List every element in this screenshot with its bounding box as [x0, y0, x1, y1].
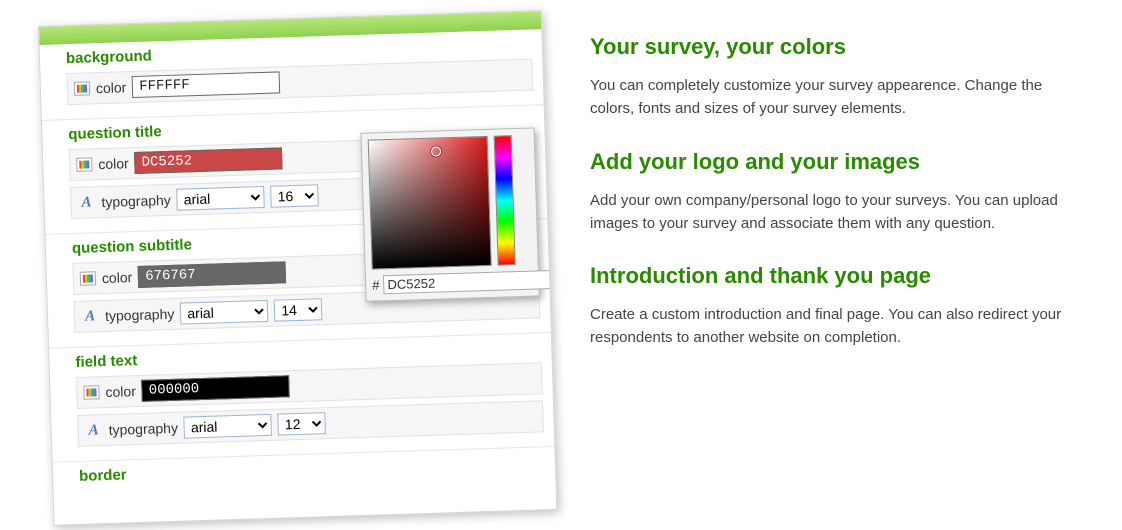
color-swatch-input[interactable]: FFFFFF: [132, 71, 281, 98]
typography-icon: A: [84, 423, 102, 438]
color-cursor[interactable]: [431, 146, 441, 156]
color-picker-icon[interactable]: [76, 157, 92, 171]
color-picker-icon[interactable]: [74, 81, 90, 95]
color-label: color: [96, 79, 127, 96]
color-label: color: [102, 269, 133, 286]
typography-label: typography: [101, 192, 171, 210]
heading-logo: Add your logo and your images: [590, 149, 1086, 175]
color-swatch-input[interactable]: DC5252: [134, 147, 283, 174]
screenshot-panel: background color FFFFFF question title c…: [0, 0, 560, 530]
color-swatch-input[interactable]: 000000: [141, 375, 290, 402]
hex-input[interactable]: [383, 269, 557, 294]
typography-icon: A: [77, 195, 95, 210]
color-picker-popover: # OK: [360, 127, 539, 301]
typography-row: A typography arial 12: [77, 400, 544, 447]
color-row: color FFFFFF: [66, 58, 533, 105]
color-picker-icon[interactable]: [80, 271, 96, 285]
hash-label: #: [372, 277, 380, 292]
section-field-text: field text color 000000 A typography ari…: [49, 333, 554, 463]
typography-label: typography: [108, 420, 178, 438]
paragraph-pages: Create a custom introduction and final p…: [590, 303, 1086, 350]
style-editor: background color FFFFFF question title c…: [38, 10, 557, 526]
hue-slider[interactable]: [494, 135, 516, 266]
heading-pages: Introduction and thank you page: [590, 263, 1086, 289]
marketing-copy: Your survey, your colors You can complet…: [560, 0, 1122, 530]
color-picker-icon[interactable]: [83, 385, 99, 399]
paragraph-colors: You can completely customize your survey…: [590, 74, 1086, 121]
font-select[interactable]: arial: [184, 414, 273, 439]
font-size-select[interactable]: 16: [270, 184, 319, 207]
font-select[interactable]: arial: [176, 186, 265, 211]
color-label: color: [105, 383, 136, 400]
font-size-select[interactable]: 12: [278, 412, 327, 435]
color-swatch-input[interactable]: 676767: [138, 261, 287, 288]
color-label: color: [98, 155, 129, 172]
typography-icon: A: [81, 309, 99, 324]
font-select[interactable]: arial: [180, 300, 269, 325]
font-size-select[interactable]: 14: [274, 298, 323, 321]
paragraph-logo: Add your own company/personal logo to yo…: [590, 189, 1086, 236]
color-gradient[interactable]: [368, 136, 492, 270]
heading-colors: Your survey, your colors: [590, 34, 1086, 60]
typography-label: typography: [105, 306, 175, 324]
